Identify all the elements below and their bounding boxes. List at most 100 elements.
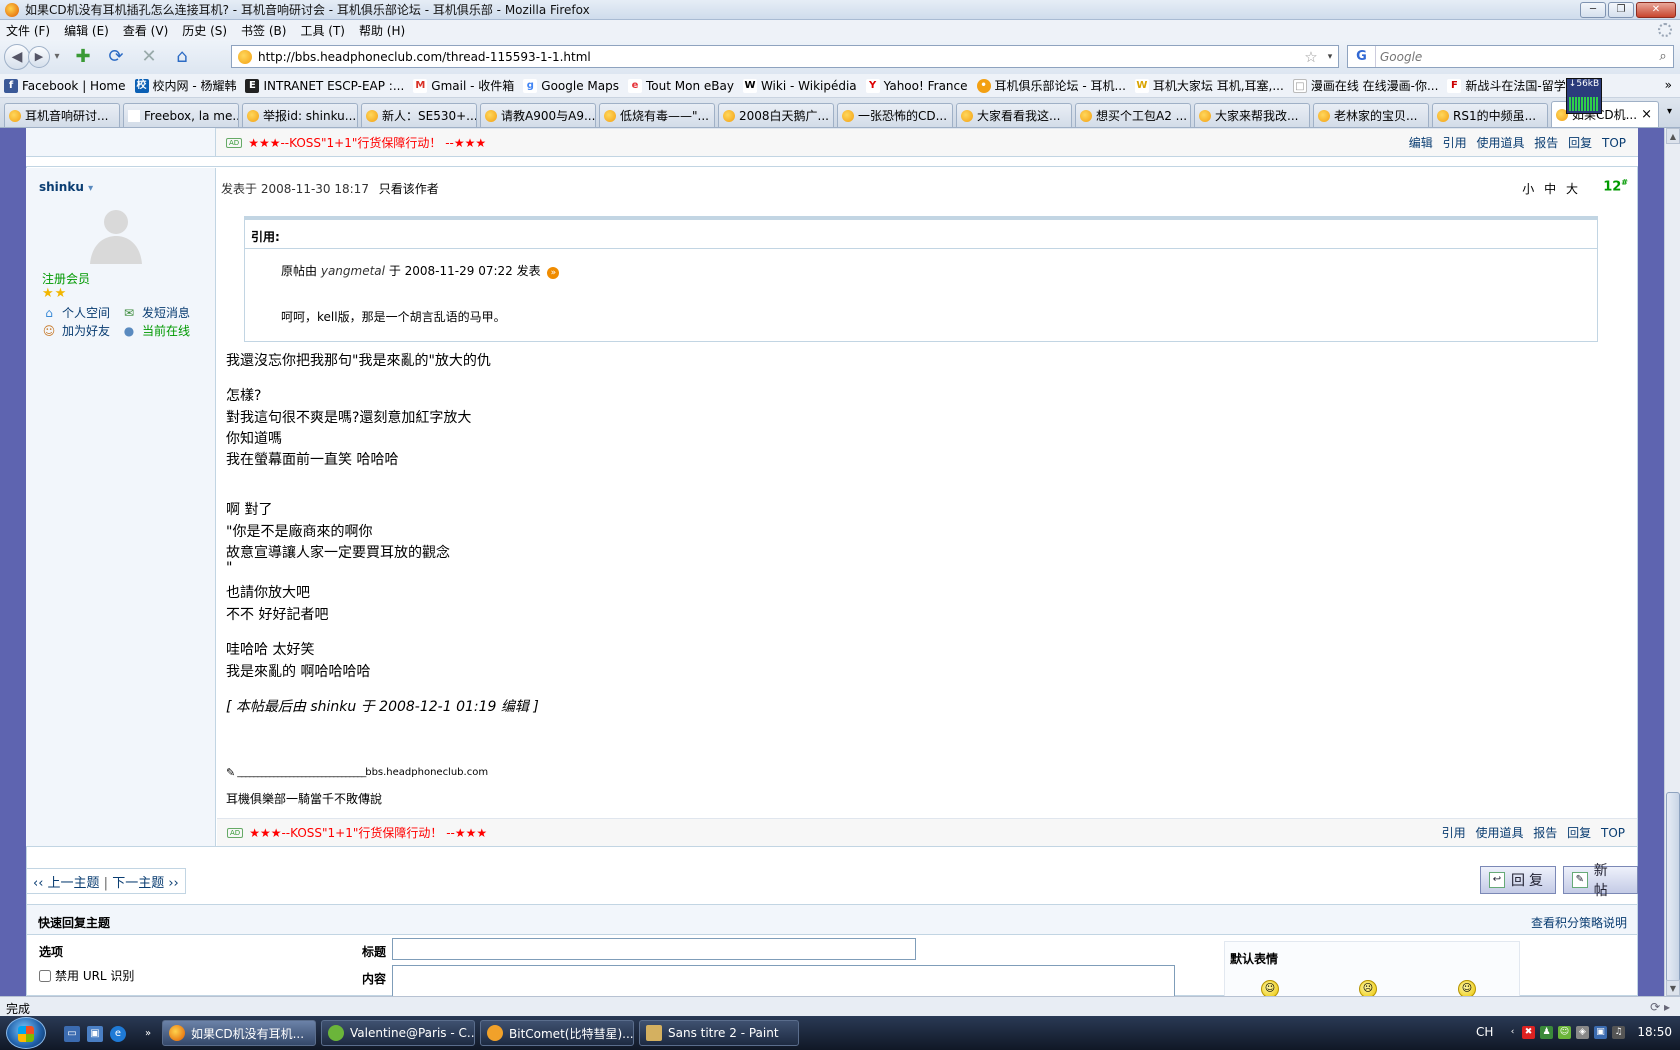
tab-item[interactable]: 举报id: shinku... — [242, 103, 358, 127]
home-icon[interactable]: ⌂ — [170, 45, 194, 69]
report-link[interactable]: 报告 — [1533, 826, 1557, 840]
add-friend-link[interactable]: ☺ 加为好友 — [42, 322, 110, 339]
ie-icon[interactable]: e — [110, 1026, 126, 1042]
font-medium-link[interactable]: 中 — [1544, 182, 1556, 196]
tab-item[interactable]: 2008白天鹅广... — [718, 103, 834, 127]
next-thread-link[interactable]: 下一主题 ›› — [112, 876, 179, 891]
minimize-button[interactable]: ─ — [1580, 2, 1606, 18]
bookmark-wikipedia[interactable]: W Wiki - Wikipédia — [742, 78, 857, 93]
stop-icon[interactable]: ✕ — [137, 45, 161, 69]
back-button[interactable]: ◀ — [4, 44, 30, 70]
menu-history[interactable]: 历史 (S) — [182, 22, 227, 39]
history-dropdown-icon[interactable]: ▾ — [52, 45, 62, 69]
reply-link[interactable]: 回复 — [1568, 136, 1592, 150]
start-button[interactable] — [6, 1017, 46, 1049]
vertical-scrollbar[interactable]: ▲ ▼ — [1664, 128, 1680, 996]
clock[interactable]: 18:50 — [1637, 1025, 1672, 1039]
floor-number[interactable]: 12# — [1603, 178, 1628, 194]
bookmarks-overflow-icon[interactable]: » — [1665, 78, 1672, 92]
tab-item[interactable]: 一张恐怖的CD... — [837, 103, 953, 127]
url-input[interactable] — [258, 49, 1300, 64]
only-author-link[interactable]: 只看该作者 — [379, 182, 439, 196]
forward-button[interactable]: ▶ — [28, 46, 50, 68]
disable-url-checkbox[interactable] — [39, 969, 51, 982]
subject-input[interactable] — [392, 938, 916, 960]
bookmark-headphoneclub[interactable]: • 耳机俱乐部论坛 - 耳机... — [976, 77, 1126, 94]
reload-icon[interactable]: ⟳ — [104, 45, 128, 69]
menu-file[interactable]: 文件 (F) — [6, 22, 50, 39]
top-link[interactable]: TOP — [1602, 136, 1626, 150]
network-tray-icon[interactable]: ◈ — [1576, 1026, 1589, 1039]
restore-button[interactable]: ❐ — [1608, 2, 1634, 18]
tab-item[interactable]: RS1的中频虽... — [1432, 103, 1548, 127]
menu-tools[interactable]: 工具 (T) — [300, 22, 345, 39]
tab-item[interactable]: 大家看看我这... — [956, 103, 1072, 127]
bookmark-manga[interactable]: □ 漫画在线 在线漫画-你... — [1292, 77, 1438, 94]
bookmark-xiaonei[interactable]: 校校内网 - 杨耀韩 — [134, 77, 236, 94]
show-desktop-icon[interactable]: ▭ — [64, 1026, 80, 1042]
tab-item[interactable]: 耳机音响研讨... — [4, 103, 120, 127]
reply-link[interactable]: 回复 — [1567, 826, 1591, 840]
bookmark-erji-forum[interactable]: W 耳机大家坛 耳机,耳塞,... — [1134, 77, 1284, 94]
tab-item[interactable]: 低烧有毒——"... — [599, 103, 715, 127]
display-tray-icon[interactable]: ▣ — [1594, 1026, 1607, 1039]
ad-link[interactable]: ★★★--KOSS"1+1"行货保障行动！ --★★★ — [249, 824, 487, 841]
bookmark-ebay[interactable]: e Tout Mon eBay — [628, 78, 734, 93]
font-small-link[interactable]: 小 — [1522, 182, 1534, 196]
personal-space-link[interactable]: ⌂ 个人空间 — [42, 304, 110, 321]
menu-help[interactable]: 帮助 (H) — [359, 22, 405, 39]
tab-item[interactable]: 新人：SE530+... — [361, 103, 477, 127]
tab-list-dropdown-icon[interactable]: ▾ — [1667, 106, 1672, 117]
font-large-link[interactable]: 大 — [1566, 182, 1578, 196]
content-textarea[interactable] — [392, 965, 1175, 996]
search-input[interactable] — [1376, 49, 1653, 64]
quote-link[interactable]: 引用 — [1442, 826, 1466, 840]
menu-edit[interactable]: 编辑 (E) — [64, 22, 109, 39]
messenger-tray-icon[interactable]: ♟ — [1540, 1026, 1553, 1039]
edit-link[interactable]: 编辑 — [1409, 136, 1433, 150]
quicklaunch-more-icon[interactable]: » — [140, 1026, 156, 1042]
send-message-link[interactable]: ✉ 发短消息 — [122, 304, 190, 321]
bookmark-yahoo[interactable]: Y Yahoo! France — [865, 78, 968, 93]
use-item-link[interactable]: 使用道具 — [1476, 136, 1524, 150]
author-name[interactable]: shinku ▾ — [39, 180, 93, 194]
disable-url-option[interactable]: 禁用 URL 识别 — [39, 967, 134, 984]
task-messenger[interactable]: Valentine@Paris - C... — [321, 1020, 475, 1046]
close-window-button[interactable]: ✕ — [1636, 2, 1676, 18]
bookmark-star-icon[interactable]: ☆ — [1300, 48, 1322, 66]
tab-item[interactable]: 请教A900与A9... — [480, 103, 596, 127]
use-item-link[interactable]: 使用道具 — [1475, 826, 1523, 840]
switch-windows-icon[interactable]: ▣ — [87, 1026, 103, 1042]
url-dropdown-icon[interactable]: ▾ — [1322, 52, 1338, 62]
quote-link[interactable]: 引用 — [1443, 136, 1467, 150]
smiley-icon[interactable]: ☹ — [1359, 980, 1377, 996]
tab-item[interactable]: Freebox, la me... — [123, 103, 239, 127]
bookmark-gmail[interactable]: M Gmail - 收件箱 — [413, 77, 514, 94]
bookmark-google-maps[interactable]: g Google Maps — [523, 78, 619, 93]
ad-link[interactable]: ★★★--KOSS"1+1"行货保障行动！ --★★★ — [248, 134, 486, 151]
avatar[interactable] — [84, 202, 148, 266]
volume-icon[interactable]: ♫ — [1612, 1026, 1625, 1039]
reply-button[interactable]: ↩ 回复 — [1480, 866, 1556, 894]
new-post-button[interactable]: ✎ 新帖 — [1563, 863, 1638, 899]
search-icon[interactable]: ⌕ — [1653, 49, 1673, 64]
report-link[interactable]: 报告 — [1534, 136, 1558, 150]
antivirus-icon[interactable]: ✖ — [1522, 1026, 1535, 1039]
tab-item[interactable]: 大家来帮我改... — [1194, 103, 1310, 127]
credit-policy-link[interactable]: 查看积分策略说明 — [1531, 914, 1627, 931]
bookmark-facebook[interactable]: f Facebook | Home — [4, 78, 126, 93]
task-paint[interactable]: Sans titre 2 - Paint — [639, 1020, 799, 1046]
author-menu-icon[interactable]: ▾ — [88, 183, 93, 194]
bookmark-intranet[interactable]: E INTRANET ESCP-EAP :... — [245, 78, 404, 93]
contact-tray-icon[interactable]: ☺ — [1558, 1026, 1571, 1039]
tab-item[interactable]: 老林家的宝贝... — [1313, 103, 1429, 127]
task-bitcomet[interactable]: BitComet(比特彗星)... — [480, 1020, 634, 1046]
scroll-thumb[interactable] — [1666, 792, 1680, 982]
new-tab-icon[interactable]: ✚ — [71, 45, 95, 69]
tab-item[interactable]: 想买个工包A2 ... — [1075, 103, 1191, 127]
menu-bookmarks[interactable]: 书签 (B) — [241, 22, 286, 39]
go-to-quote-icon[interactable]: » — [547, 267, 560, 279]
scroll-up-icon[interactable]: ▲ — [1666, 128, 1680, 144]
top-link[interactable]: TOP — [1601, 826, 1625, 840]
tray-expand-icon[interactable]: ‹ — [1506, 1026, 1519, 1039]
